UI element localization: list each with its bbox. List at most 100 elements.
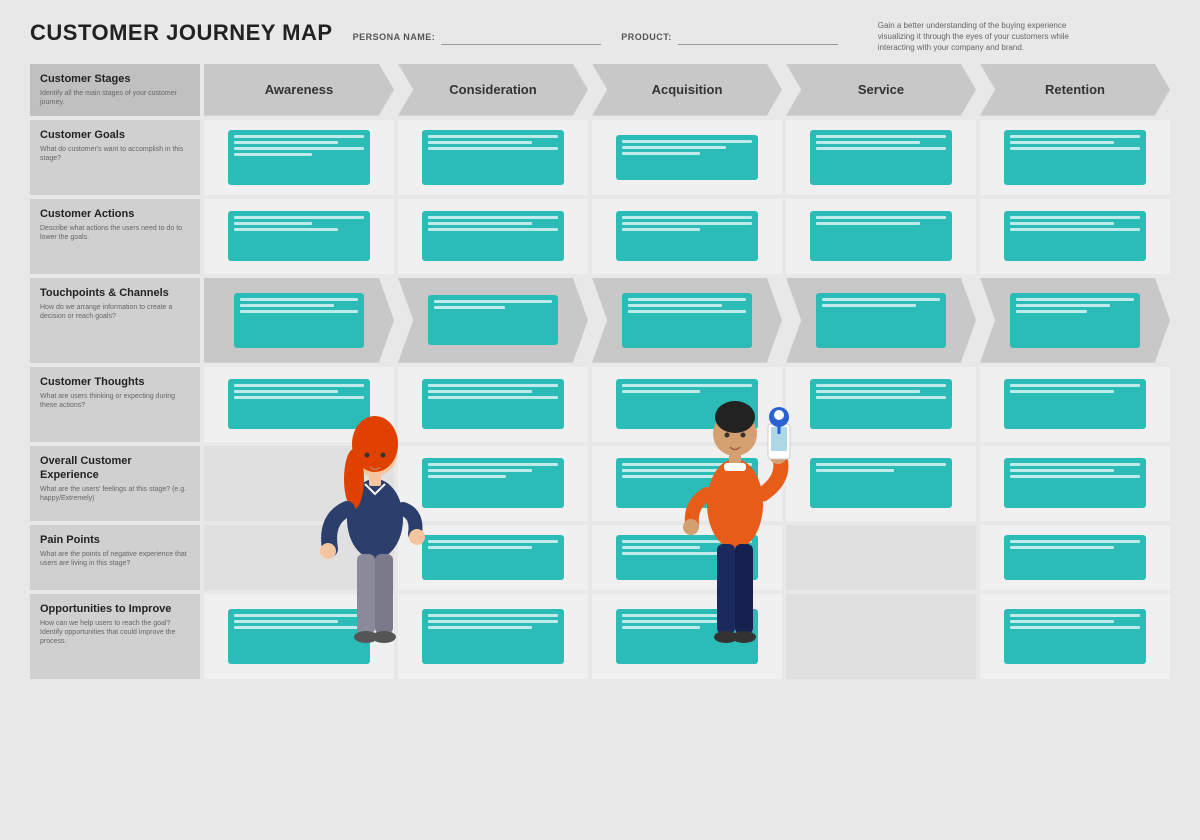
actions-service-card [810,211,953,261]
teal-line [428,540,559,543]
teal-line [428,135,559,138]
teal-line [816,135,947,138]
touchpoints-consideration-cell[interactable] [398,278,588,363]
teal-line [1016,310,1086,313]
thoughts-service-cell[interactable] [786,367,976,442]
actions-consideration-cell[interactable] [398,199,588,274]
teal-line [240,310,357,313]
actions-retention-cell[interactable] [980,199,1170,274]
actions-acquisition-cell[interactable] [592,199,782,274]
experience-service-card [810,458,953,508]
actions-service-cell[interactable] [786,199,976,274]
teal-line [628,298,745,301]
teal-line [1010,540,1141,543]
header-description: Gain a better understanding of the buyin… [878,20,1098,54]
goals-acquisition-cell[interactable] [592,120,782,195]
teal-line [428,390,532,393]
teal-line [816,141,920,144]
teal-line [428,396,559,399]
label-opportunities-desc: How can we help users to reach the goal?… [40,619,190,646]
label-experience: Overall Customer Experience What are the… [30,446,200,521]
persona-input[interactable] [441,29,601,45]
teal-line [234,141,338,144]
teal-line [816,147,947,150]
goals-consideration-card [422,130,565,185]
label-thoughts-title: Customer Thoughts [40,375,190,389]
label-thoughts: Customer Thoughts What are users thinkin… [30,367,200,442]
teal-line [234,222,312,225]
label-stages-title: Customer Stages [40,72,190,86]
teal-line [816,390,920,393]
experience-retention-cell[interactable] [980,446,1170,521]
teal-line [1010,626,1141,629]
teal-line [816,396,947,399]
label-opportunities-title: Opportunities to Improve [40,602,190,616]
label-opportunities: Opportunities to Improve How can we help… [30,594,200,679]
goals-acquisition-card [616,135,759,180]
teal-line [428,222,532,225]
teal-line [1010,384,1141,387]
touchpoints-service-cell[interactable] [786,278,976,363]
label-goals: Customer Goals What do customer's want t… [30,120,200,195]
teal-line [1016,298,1133,301]
pain-consideration-card [422,535,565,580]
teal-line [622,140,753,143]
teal-line [1010,390,1114,393]
label-actions: Customer Actions Describe what actions t… [30,199,200,274]
opp-retention-cell[interactable] [980,594,1170,679]
teal-line [816,222,920,225]
opp-consideration-card [422,609,565,664]
touchpoints-awareness-cell[interactable] [204,278,394,363]
teal-line [428,228,559,231]
pain-retention-card [1004,535,1147,580]
goals-service-cell[interactable] [786,120,976,195]
label-actions-title: Customer Actions [40,207,190,221]
actions-awareness-cell[interactable] [204,199,394,274]
stage-acquisition: Acquisition [592,64,782,116]
teal-line [234,135,365,138]
thoughts-service-card [810,379,953,429]
teal-line [428,147,559,150]
label-column: Customer Stages Identify all the main st… [30,64,200,679]
touchpoints-retention-cell[interactable] [980,278,1170,363]
label-pain-title: Pain Points [40,533,190,547]
teal-line [234,147,365,150]
goals-row [204,120,1170,195]
teal-line [1010,228,1141,231]
teal-line [622,152,700,155]
goals-retention-cell[interactable] [980,120,1170,195]
goals-consideration-cell[interactable] [398,120,588,195]
teal-line [1010,147,1141,150]
label-experience-desc: What are the users' feelings at this sta… [40,485,190,503]
stage-acquisition-label: Acquisition [652,82,723,97]
teal-line [622,222,753,225]
goals-awareness-cell[interactable] [204,120,394,195]
teal-line [234,228,338,231]
thoughts-retention-cell[interactable] [980,367,1170,442]
product-field-group: PRODUCT: [621,29,838,45]
goals-service-card [810,130,953,185]
teal-line [240,304,334,307]
product-input[interactable] [678,29,838,45]
stage-retention: Retention [980,64,1170,116]
opp-retention-card [1004,609,1147,664]
persona-field-group: PERSONA NAME: [353,29,602,45]
experience-consideration-card [422,458,565,508]
teal-line [234,153,312,156]
pain-retention-cell[interactable] [980,525,1170,590]
experience-service-cell[interactable] [786,446,976,521]
stage-consideration: Consideration [398,64,588,116]
teal-line [816,216,947,219]
actions-consideration-card [422,211,565,261]
label-goals-title: Customer Goals [40,128,190,142]
teal-line [622,228,700,231]
teal-line [1010,463,1141,466]
experience-retention-card [1004,458,1147,508]
teal-line [240,298,357,301]
opp-service-cell[interactable] [786,594,976,679]
teal-line [1016,304,1110,307]
actions-acquisition-card [616,211,759,261]
stage-service-label: Service [858,82,904,97]
teal-line [1010,546,1114,549]
pain-service-cell[interactable] [786,525,976,590]
